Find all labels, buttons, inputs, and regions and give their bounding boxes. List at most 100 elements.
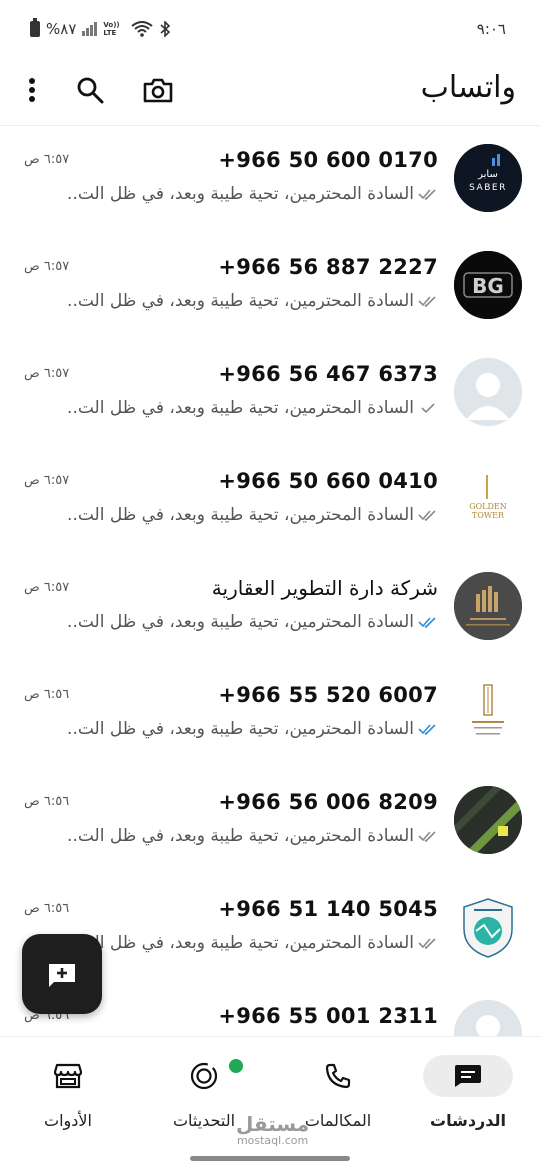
nav-tools[interactable]: الأدوات — [8, 1051, 128, 1151]
chat-row[interactable]: +966 56 467 6373 ٦:٥٧ ص السادة المحترمين… — [0, 340, 540, 447]
avatar — [454, 572, 522, 640]
avatar — [454, 358, 522, 426]
double-check-icon — [418, 831, 436, 842]
chat-name: شركة دارة التطوير العقارية — [211, 576, 438, 600]
chat-row[interactable]: سابر SABER +966 50 600 0170 ٦:٥٧ ص الساد… — [0, 126, 540, 233]
svg-text:سابر: سابر — [477, 169, 498, 180]
new-chat-button[interactable] — [22, 934, 102, 1014]
saber-logo: سابر SABER — [454, 144, 522, 212]
avatar: BG — [454, 251, 522, 319]
nav-tools-pill — [23, 1055, 113, 1097]
phone-icon — [325, 1063, 351, 1089]
chat-time: ٦:٥٦ ص — [24, 794, 70, 809]
preview-text: السادة المحترمين، تحية طيبة وبعد، في ظل … — [67, 505, 414, 525]
preview-text: السادة المحترمين، تحية طيبة وبعد، في ظل … — [67, 291, 414, 311]
nav-calls-pill — [293, 1055, 383, 1097]
bluetooth-icon — [160, 21, 171, 37]
chat-name: +966 56 006 8209 — [218, 790, 438, 814]
search-button[interactable] — [70, 70, 110, 110]
shield-logo — [454, 893, 522, 961]
nav-tools-label: الأدوات — [44, 1111, 92, 1130]
chat-row[interactable]: شركة دارة التطوير العقارية ٦:٥٧ ص السادة… — [0, 554, 540, 661]
store-icon — [53, 1063, 83, 1089]
chat-preview: السادة المحترمين، تحية طيبة وبعد، في ظل … — [67, 719, 438, 739]
chat-row[interactable]: BG +966 56 887 2227 ٦:٥٧ ص السادة المحتر… — [0, 233, 540, 340]
preview-text: السادة المحترمين، تحية طيبة وبعد، في ظل … — [67, 398, 414, 418]
avatar — [454, 1000, 522, 1036]
double-check-icon — [418, 510, 436, 521]
bottom-navigation: الدردشات المكالمات التحديثات الأدوات — [0, 1036, 540, 1170]
preview-text: السادة المحترمين، تحية طيبة وبعد، في ظل … — [67, 184, 414, 204]
svg-text:BG: BG — [472, 274, 504, 298]
preview-text: السادة المحترمين، تحية طيبة وبعد، في ظل … — [67, 719, 414, 739]
chat-preview: السادة المحترمين، تحية طيبة وبعد، في ظل … — [67, 505, 438, 525]
preview-text: السادة المحترمين، تحية طيبة وبعد، في ظل … — [67, 612, 414, 632]
status-icons: %٨٧ Vo)) LTE — [30, 18, 171, 38]
chat-name: +966 51 140 5045 — [218, 897, 438, 921]
chats-icon — [455, 1065, 481, 1087]
single-check-icon — [421, 403, 435, 414]
chat-name: +966 50 660 0410 — [218, 469, 438, 493]
watermark-sub: mostaql.com — [236, 1134, 309, 1147]
preview-text: السادة المحترمين، تحية طيبة وبعد، في ظل … — [67, 933, 414, 953]
svg-text:TOWER: TOWER — [472, 511, 505, 520]
chat-name: +966 56 887 2227 — [218, 255, 438, 279]
chat-preview: السادة المحترمين، تحية طيبة وبعد، في ظل … — [67, 933, 438, 953]
chat-time: ٦:٥٧ ص — [24, 473, 70, 488]
avatar: سابر SABER — [454, 144, 522, 212]
volte-indicator: Vo)) LTE — [103, 21, 120, 37]
chat-preview: السادة المحترمين، تحية طيبة وبعد، في ظل … — [67, 826, 438, 846]
nav-chats-label: الدردشات — [430, 1111, 506, 1130]
dara-logo — [454, 572, 522, 640]
bg-logo: BG — [454, 251, 522, 319]
chat-preview: السادة المحترمين، تحية طيبة وبعد، في ظل … — [67, 398, 438, 418]
nav-chats[interactable]: الدردشات — [408, 1051, 528, 1151]
status-bar: %٨٧ Vo)) LTE ٩:٠٦ — [0, 0, 540, 56]
chat-name: +966 56 467 6373 — [218, 362, 438, 386]
chat-time: ٦:٥٧ ص — [24, 152, 70, 167]
avatar — [454, 786, 522, 854]
watermark: مستقل mostaql.com — [236, 1112, 309, 1147]
chat-row[interactable]: +966 56 006 8209 ٦:٥٦ ص السادة المحترمين… — [0, 768, 540, 875]
double-check-icon — [418, 189, 436, 200]
default-avatar-icon — [454, 358, 522, 426]
more-vert-icon — [29, 78, 35, 102]
chat-row[interactable]: +966 55 520 6007 ٦:٥٦ ص السادة المحترمين… — [0, 661, 540, 768]
chat-preview: السادة المحترمين، تحية طيبة وبعد، في ظل … — [67, 291, 438, 311]
avatar — [454, 679, 522, 747]
more-options-button[interactable] — [12, 70, 52, 110]
battery-icon — [30, 18, 40, 37]
double-check-read-icon — [418, 617, 436, 628]
double-check-icon — [418, 296, 436, 307]
chat-name: +966 50 600 0170 — [218, 148, 438, 172]
chat-preview: السادة المحترمين، تحية طيبة وبعد، في ظل … — [67, 612, 438, 632]
new-chat-icon — [49, 964, 75, 987]
camera-button[interactable] — [138, 70, 178, 110]
svg-text:SABER: SABER — [469, 183, 507, 193]
green-logo — [454, 786, 522, 854]
chat-row[interactable]: GOLDEN TOWER +966 50 660 0410 ٦:٥٧ ص الس… — [0, 447, 540, 554]
signal-icon — [82, 22, 98, 36]
avatar: GOLDEN TOWER — [454, 465, 522, 533]
watermark-main: مستقل — [236, 1112, 310, 1136]
avatar — [454, 893, 522, 961]
chat-time: ٦:٥٧ ص — [24, 580, 70, 595]
camera-icon — [143, 78, 173, 103]
chat-name: +966 55 520 6007 — [218, 683, 438, 707]
search-icon — [77, 77, 104, 104]
nav-updates-pill — [159, 1055, 249, 1097]
svg-text:GOLDEN: GOLDEN — [469, 502, 507, 511]
wifi-icon — [131, 21, 154, 37]
chat-time: ٦:٥٦ ص — [24, 687, 70, 702]
app-bar: واتساب — [0, 56, 540, 126]
tower-logo — [454, 679, 522, 747]
double-check-icon — [418, 938, 436, 949]
chat-time: ٦:٥٧ ص — [24, 366, 70, 381]
updates-icon — [190, 1062, 218, 1090]
clock: ٩:٠٦ — [476, 20, 506, 38]
golden-tower-logo: GOLDEN TOWER — [454, 465, 522, 533]
home-indicator[interactable] — [190, 1156, 350, 1161]
preview-text: السادة المحترمين، تحية طيبة وبعد، في ظل … — [67, 826, 414, 846]
chat-time: ٦:٥٧ ص — [24, 259, 70, 274]
default-avatar-icon — [454, 1000, 522, 1036]
